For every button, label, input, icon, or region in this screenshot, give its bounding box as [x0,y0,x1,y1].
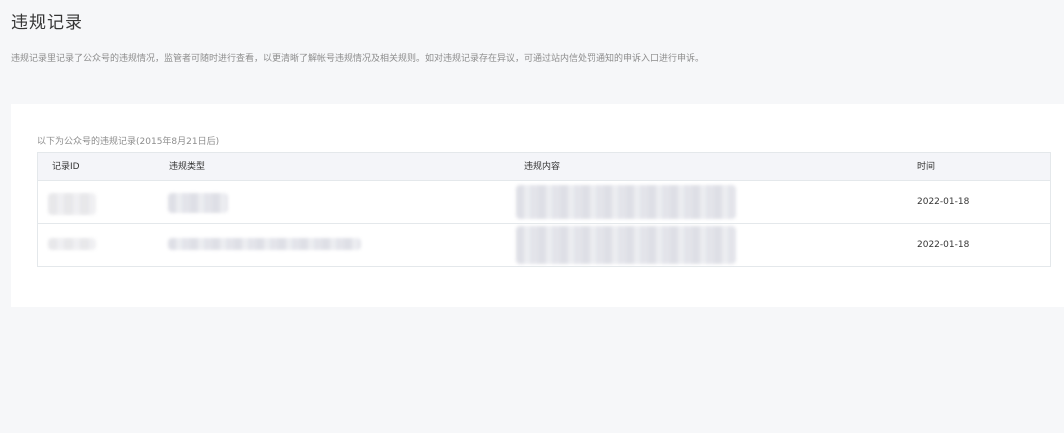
table-header: 记录ID 违规类型 违规内容 时间 [38,153,1050,181]
redacted-record-id [48,238,96,250]
redacted-violation-type [168,193,228,213]
page-title: 违规记录 [11,13,83,33]
table-caption: 以下为公众号的违规记录(2015年8月21日后) [37,137,220,147]
column-header-violation-type: 违规类型 [169,162,206,172]
column-header-time: 时间 [917,162,936,172]
violation-records-table: 记录ID 违规类型 违规内容 时间 2022-01-18 2022-01-18 [37,152,1051,267]
violation-time: 2022-01-18 [917,240,970,250]
table-row: 2022-01-18 [38,181,1050,224]
redacted-violation-content [516,185,736,219]
table-row: 2022-01-18 [38,224,1050,267]
violation-records-card: 以下为公众号的违规记录(2015年8月21日后) 记录ID 违规类型 违规内容 … [11,104,1064,307]
redacted-violation-type [168,238,361,250]
page-description: 违规记录里记录了公众号的违规情况，监管者可随时进行查看，以更清晰了解帐号违规情况… [11,54,705,64]
redacted-violation-content [516,226,736,264]
violation-time: 2022-01-18 [917,197,970,207]
column-header-record-id: 记录ID [52,162,80,172]
column-header-violation-content: 违规内容 [524,162,561,172]
redacted-record-id [48,193,96,215]
